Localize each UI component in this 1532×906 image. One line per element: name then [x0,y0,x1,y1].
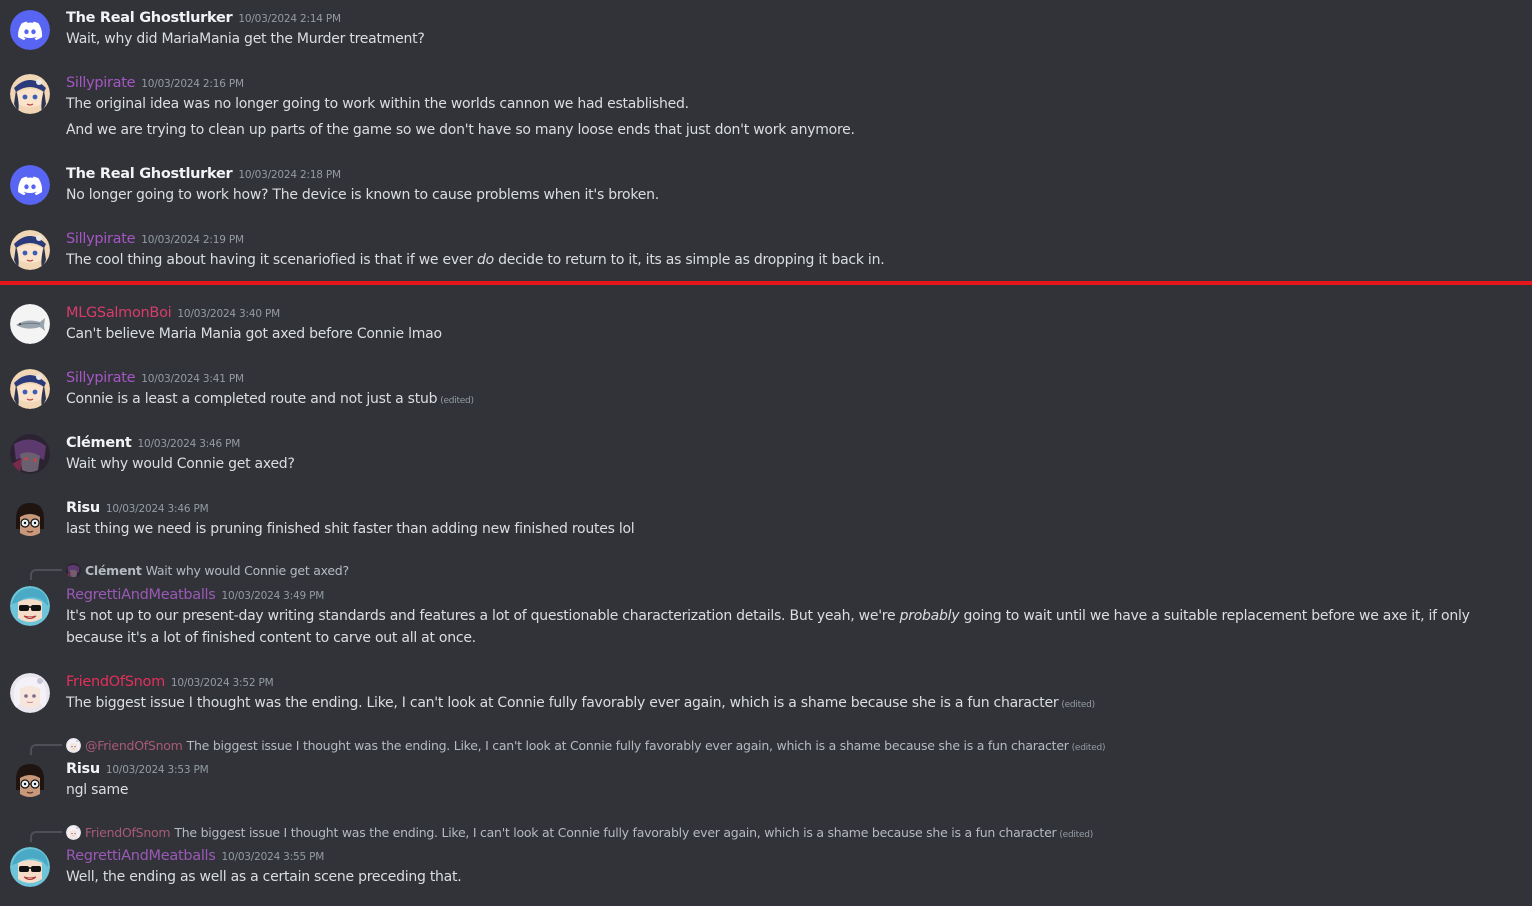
edited-tag: (edited) [1061,700,1095,710]
reply-avatar-icon [66,738,81,753]
author-name[interactable]: The Real Ghostlurker [66,166,233,182]
reply-spine [30,744,62,755]
avatar-discord-logo-icon[interactable] [10,10,50,50]
avatar-white-hair-character-avatar[interactable] [10,673,50,713]
avatar-anime-pirate-avatar[interactable] [10,369,50,409]
author-name[interactable]: FriendOfSnom [66,674,165,690]
avatar-glasses-character-avatar[interactable] [10,760,50,800]
message-content: Wait, why did MariaMania get the Murder … [66,31,425,47]
avatar-discord-logo-icon[interactable] [10,165,50,205]
author-name[interactable]: Risu [66,500,100,516]
italic-text: probably [899,608,960,624]
message-content: No longer going to work how? The device … [66,187,659,203]
message-content: The cool thing about having it scenariof… [66,249,885,271]
message-header: FriendOfSnom 10/03/2024 3:52 PM [66,671,274,693]
message-content: Wait why would Connie get axed? [66,456,295,472]
text-segment: The biggest issue I thought was the endi… [66,695,1059,711]
timestamp[interactable]: 10/03/2024 3:49 PM [222,590,325,602]
timestamp[interactable]: 10/03/2024 3:40 PM [177,308,280,320]
edited-tag: (edited) [1059,830,1093,840]
edited-tag: (edited) [440,396,474,406]
author-name[interactable]: Sillypirate [66,75,136,91]
author-name[interactable]: The Real Ghostlurker [66,10,233,26]
message-header: MLGSalmonBoi 10/03/2024 3:40 PM [66,302,280,324]
message-header: Risu 10/03/2024 3:46 PM [66,497,209,519]
author-name[interactable]: Risu [66,761,100,777]
author-name[interactable]: RegrettiAndMeatballs [66,587,216,603]
reply-avatar-icon [66,563,81,578]
timestamp[interactable]: 10/03/2024 3:53 PM [106,764,209,776]
reply-author[interactable]: Clément [85,563,142,578]
timestamp[interactable]: 10/03/2024 3:41 PM [141,373,244,385]
italic-text: do [476,252,494,268]
timestamp[interactable]: 10/03/2024 3:52 PM [171,677,274,689]
reply-author[interactable]: FriendOfSnom [85,825,171,840]
reply-preview[interactable]: @FriendOfSnom The biggest issue I thought… [66,737,1105,757]
message-content: Can't believe Maria Mania got axed befor… [66,326,442,342]
avatar-anime-pirate-avatar[interactable] [10,230,50,270]
timestamp[interactable]: 10/03/2024 3:55 PM [222,851,325,863]
reply-avatar-icon [66,825,81,840]
timestamp[interactable]: 10/03/2024 2:19 PM [141,234,244,246]
reply-spine [30,569,62,580]
avatar-glasses-character-avatar[interactable] [10,499,50,539]
timestamp[interactable]: 10/03/2024 3:46 PM [106,503,209,515]
reply-text[interactable]: The biggest issue I thought was the endi… [174,825,1056,840]
message-header: Risu 10/03/2024 3:53 PM [66,758,209,780]
message-content: last thing we need is pruning finished s… [66,521,635,537]
message-header: RegrettiAndMeatballs 10/03/2024 3:55 PM [66,845,324,867]
avatar-sunglasses-character-avatar[interactable] [10,847,50,887]
message-content: It's not up to our present-day writing s… [66,605,1518,649]
timestamp[interactable]: 10/03/2024 2:16 PM [141,78,244,90]
message-content: Well, the ending as well as a certain sc… [66,869,462,885]
timestamp[interactable]: 10/03/2024 3:46 PM [138,438,241,450]
text-segment: It's not up to our present-day writing s… [66,608,900,624]
reply-preview[interactable]: FriendOfSnom The biggest issue I thought … [66,824,1093,844]
author-name[interactable]: Clément [66,435,132,451]
message-content: ngl same [66,782,129,798]
message-content: The biggest issue I thought was the endi… [66,692,1095,716]
message-content: And we are trying to clean up parts of t… [66,122,855,138]
message-content: The original idea was no longer going to… [66,96,689,112]
new-messages-divider [0,281,1532,285]
author-name[interactable]: MLGSalmonBoi [66,305,172,321]
author-name[interactable]: RegrettiAndMeatballs [66,848,216,864]
avatar-salmon-fish-avatar[interactable] [10,304,50,344]
reply-spine [30,831,62,842]
timestamp[interactable]: 10/03/2024 2:18 PM [238,169,341,181]
message-header: Sillypirate 10/03/2024 2:16 PM [66,72,244,94]
reply-preview[interactable]: Clément Wait why would Connie get axed? [66,562,349,580]
message-content: Connie is a least a completed route and … [66,388,474,412]
author-name[interactable]: Sillypirate [66,370,136,386]
avatar-sunglasses-character-avatar[interactable] [10,586,50,626]
text-segment: Connie is a least a completed route and … [66,391,438,407]
message-header: Sillypirate 10/03/2024 2:19 PM [66,228,244,250]
reply-text[interactable]: Wait why would Connie get axed? [146,563,350,578]
message-header: Clément 10/03/2024 3:46 PM [66,432,240,454]
avatar-anime-pirate-avatar[interactable] [10,74,50,114]
message-header: The Real Ghostlurker 10/03/2024 2:18 PM [66,163,341,185]
avatar-dark-character-avatar[interactable] [10,434,50,474]
message-header: Sillypirate 10/03/2024 3:41 PM [66,367,244,389]
text-segment: The cool thing about having it scenariof… [66,252,477,268]
reply-text[interactable]: The biggest issue I thought was the endi… [187,738,1069,753]
message-header: RegrettiAndMeatballs 10/03/2024 3:49 PM [66,584,324,606]
reply-author[interactable]: @FriendOfSnom [85,738,183,753]
edited-tag: (edited) [1071,743,1106,753]
timestamp[interactable]: 10/03/2024 2:14 PM [238,13,341,25]
author-name[interactable]: Sillypirate [66,231,136,247]
text-segment: decide to return to it, its as simple as… [493,252,885,268]
message-header: The Real Ghostlurker 10/03/2024 2:14 PM [66,7,341,29]
